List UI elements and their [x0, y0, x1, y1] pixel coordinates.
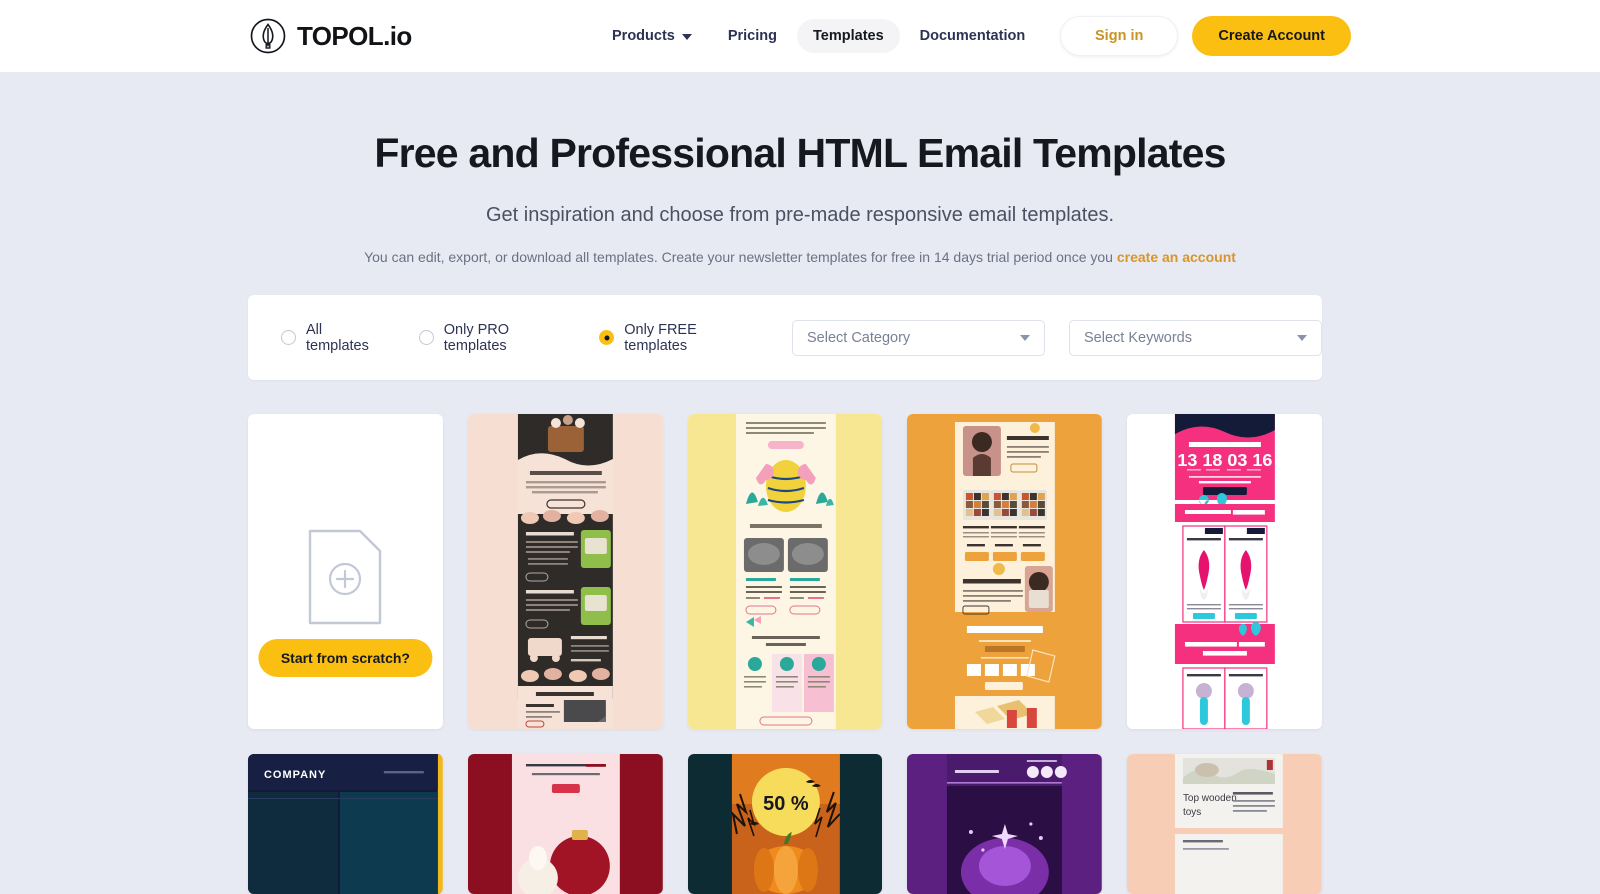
hero-section: Free and Professional HTML Email Templat… — [0, 72, 1600, 265]
template-thumbnail — [907, 414, 1103, 729]
logo[interactable]: TOPOL.io — [248, 16, 412, 56]
sign-in-button[interactable]: Sign in — [1060, 16, 1179, 56]
template-card-wooden-toys[interactable]: Top wooden toys — [1127, 754, 1322, 894]
template-card-company-dark-navy[interactable]: COMPANY — [248, 754, 443, 894]
nav-item-templates[interactable]: Templates — [797, 19, 900, 53]
template-thumbnail: 13 18 03 16 — [1127, 414, 1322, 729]
keywords-select-placeholder: Select Keywords — [1084, 329, 1192, 346]
svg-text:50 %: 50 % — [763, 793, 809, 815]
template-thumbnail — [907, 754, 1103, 894]
template-thumbnail — [467, 754, 663, 894]
radio-only-pro-templates[interactable]: Only PRO templates — [418, 321, 555, 354]
radio-label-pro: Only PRO templates — [443, 321, 510, 354]
template-card-halloween-sale[interactable]: 50 % — [687, 754, 883, 894]
nav-item-documentation[interactable]: Documentation — [904, 19, 1042, 53]
nav-item-products[interactable]: Products — [596, 19, 708, 53]
main-nav: Products Pricing Templates Documentation — [596, 0, 1041, 72]
template-card-christmas-maroon[interactable] — [467, 754, 663, 894]
category-select[interactable]: Select Category — [792, 319, 1045, 356]
template-grid: Start from scratch? 13 18 03 16 COMPANY … — [248, 414, 1322, 894]
chevron-down-icon — [681, 34, 692, 40]
template-card-valentines-pink-sale[interactable]: 13 18 03 16 — [1127, 414, 1322, 729]
create-account-link[interactable]: create an account — [1117, 249, 1236, 265]
template-thumbnail — [467, 414, 663, 729]
nav-item-pricing[interactable]: Pricing — [712, 19, 793, 53]
filter-bar: All templates Only PRO templates Only FR… — [248, 295, 1322, 380]
template-card-easter-baking-lamb-cake[interactable] — [687, 414, 883, 729]
radio-icon-free — [599, 330, 615, 345]
svg-text:Top wooden: Top wooden — [1183, 793, 1237, 804]
radio-icon-all — [281, 330, 296, 345]
radio-all-templates[interactable]: All templates — [281, 322, 375, 354]
svg-text:toys: toys — [1183, 807, 1201, 818]
template-thumbnail: Top wooden toys — [1127, 754, 1322, 894]
category-select-placeholder: Select Category — [807, 329, 911, 346]
template-thumbnail — [687, 414, 883, 729]
template-thumbnail: COMPANY — [248, 754, 443, 894]
create-account-button[interactable]: Create Account — [1192, 16, 1351, 56]
poplar-leaf-circle-icon — [250, 18, 286, 54]
keywords-select[interactable]: Select Keywords — [1069, 319, 1322, 356]
nav-label-documentation: Documentation — [919, 28, 1026, 44]
template-type-radio-group: All templates Only PRO templates Only FR… — [281, 322, 786, 354]
hero-note-text: You can edit, export, or download all te… — [364, 249, 1117, 265]
nav-label-products: Products — [612, 28, 675, 44]
document-plus-icon — [309, 529, 382, 624]
template-card-purple-event[interactable] — [907, 754, 1103, 894]
hero-subtitle: Get inspiration and choose from pre-made… — [485, 204, 1115, 226]
page-title: Free and Professional HTML Email Templat… — [374, 130, 1226, 176]
radio-label-free: Only FREE templates — [624, 321, 697, 354]
hero-note: You can edit, export, or download all te… — [0, 249, 1600, 265]
radio-only-free-templates[interactable]: Only FREE templates — [599, 322, 742, 354]
radio-icon-pro — [418, 330, 434, 345]
chevron-down-icon — [1297, 334, 1307, 341]
site-header: TOPOL.io Products Pricing Templates Docu… — [0, 0, 1600, 72]
nav-label-templates: Templates — [813, 28, 884, 44]
template-thumbnail: 50 % — [687, 754, 883, 894]
start-from-scratch-button[interactable]: Start from scratch? — [258, 639, 432, 677]
template-card-start-from-scratch[interactable]: Start from scratch? — [248, 414, 443, 729]
logo-text: TOPOL.io — [297, 20, 412, 51]
template-card-cosmetics-spring-sale[interactable] — [907, 414, 1103, 729]
svg-text:COMPANY: COMPANY — [264, 769, 326, 781]
radio-label-all: All templates — [306, 321, 369, 354]
svg-text:13 18 03 16: 13 18 03 16 — [1178, 450, 1273, 470]
nav-label-pricing: Pricing — [727, 28, 777, 44]
template-card-easter-pet-treats[interactable] — [467, 414, 663, 729]
auth-actions: Sign in Create Account — [1060, 16, 1351, 56]
chevron-down-icon — [1020, 334, 1030, 341]
